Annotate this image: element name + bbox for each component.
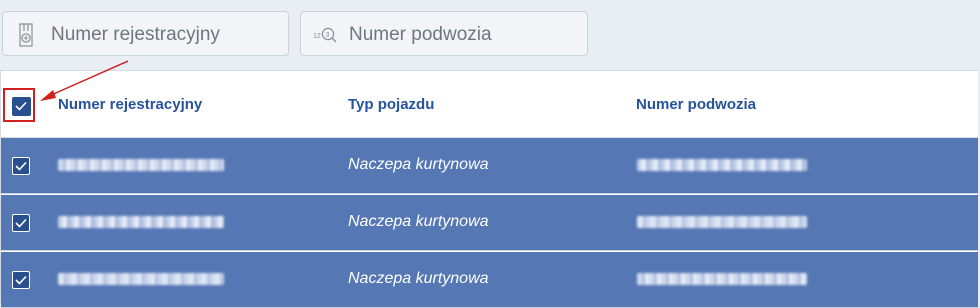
check-icon bbox=[15, 218, 27, 228]
check-icon bbox=[15, 161, 27, 171]
redacted-chassis-number bbox=[637, 216, 807, 228]
table-row[interactable]: Naczepa kurtynowa bbox=[1, 252, 978, 308]
table-header: Numer rejestracyjny Typ pojazdu Numer po… bbox=[1, 71, 978, 138]
row-checkbox[interactable] bbox=[12, 271, 30, 289]
registration-number-filter[interactable]: Numer rejestracyjny bbox=[2, 11, 289, 56]
svg-text:12: 12 bbox=[313, 33, 321, 40]
number-search-icon: 12 3 bbox=[313, 27, 337, 43]
column-header-chassis[interactable]: Numer podwozia bbox=[636, 96, 756, 113]
registration-number-placeholder: Numer rejestracyjny bbox=[51, 24, 220, 45]
redacted-registration-number bbox=[58, 159, 224, 171]
vehicle-type-cell: Naczepa kurtynowa bbox=[348, 270, 489, 287]
filter-bar: Numer rejestracyjny 12 3 Numer podwozia bbox=[0, 0, 980, 70]
chassis-number-filter[interactable]: 12 3 Numer podwozia bbox=[300, 11, 588, 56]
vehicles-table: Numer rejestracyjny Typ pojazdu Numer po… bbox=[0, 70, 978, 308]
table-row[interactable]: Naczepa kurtynowa bbox=[1, 195, 978, 251]
select-all-highlight bbox=[3, 88, 35, 122]
column-header-vehicle-type[interactable]: Typ pojazdu bbox=[348, 96, 434, 113]
vehicle-type-cell: Naczepa kurtynowa bbox=[348, 213, 489, 230]
row-checkbox[interactable] bbox=[12, 157, 30, 175]
redacted-chassis-number bbox=[637, 159, 807, 171]
row-checkbox[interactable] bbox=[12, 214, 30, 232]
svg-text:3: 3 bbox=[326, 32, 330, 39]
vehicle-type-cell: Naczepa kurtynowa bbox=[348, 156, 489, 173]
column-header-registration[interactable]: Numer rejestracyjny bbox=[58, 96, 202, 113]
check-icon bbox=[15, 275, 27, 285]
table-row[interactable]: Naczepa kurtynowa bbox=[1, 138, 978, 194]
redacted-chassis-number bbox=[637, 273, 807, 285]
document-search-icon bbox=[19, 23, 33, 47]
chassis-number-placeholder: Numer podwozia bbox=[349, 24, 492, 45]
redacted-registration-number bbox=[58, 273, 224, 285]
redacted-registration-number bbox=[58, 216, 224, 228]
